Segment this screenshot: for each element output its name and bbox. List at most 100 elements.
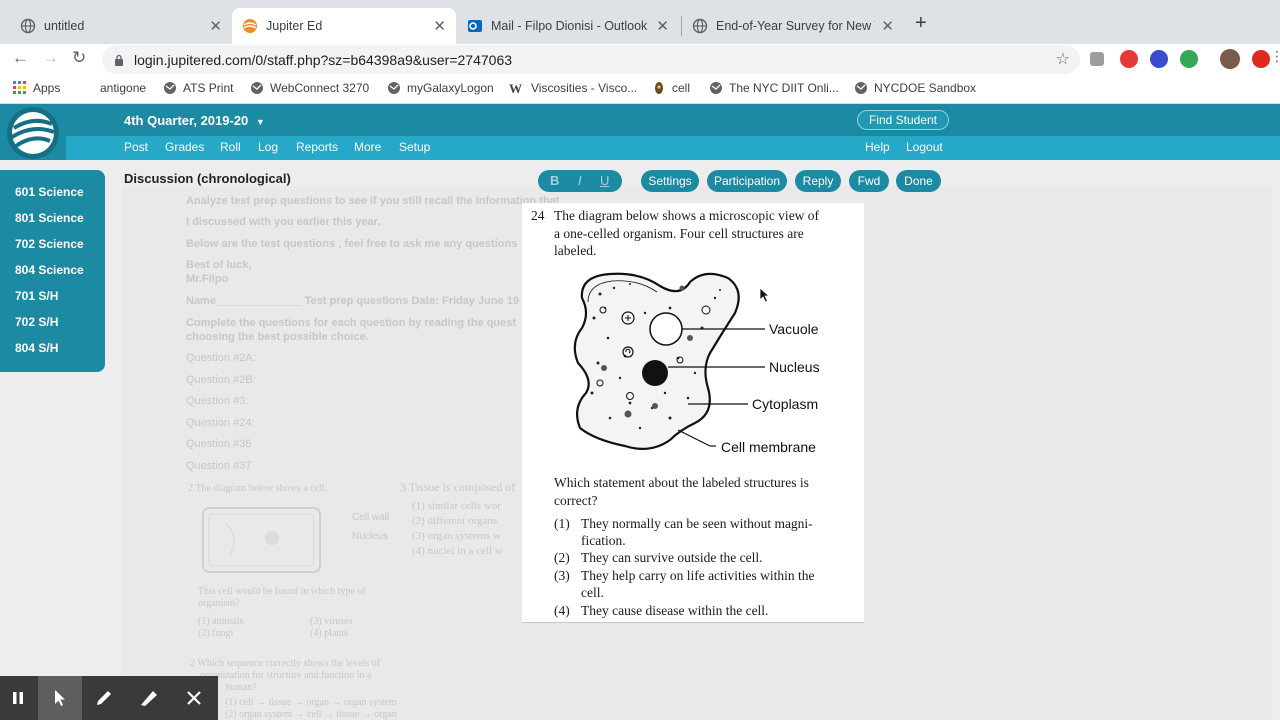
bookmark-label: antigone: [100, 81, 147, 95]
tab-outlook-mail[interactable]: Mail - Filpo Dionisi - Outlook ✕: [457, 8, 679, 44]
forward-button[interactable]: Fwd: [849, 170, 889, 192]
bookmark-nyc-diit[interactable]: The NYC DIIT Onli...: [709, 81, 839, 95]
tab-close-icon[interactable]: ✕: [656, 17, 669, 35]
choice-number: (1): [554, 516, 570, 531]
faded-choice: (3) organ systems w: [412, 530, 501, 542]
question-link[interactable]: Question #2B:: [186, 374, 256, 386]
quarter-selector[interactable]: 4th Quarter, 2019-20 ▼: [124, 113, 265, 128]
choice-text: They cause disease within the cell.: [581, 603, 769, 618]
bookmark-nycdoe-sandbox[interactable]: NYCDOE Sandbox: [854, 81, 976, 95]
profile-avatar[interactable]: [1220, 49, 1240, 69]
question-link[interactable]: Question #24:: [186, 417, 255, 429]
sidebar-item-804-sh[interactable]: 804 S/H: [15, 341, 58, 355]
pointer-tool-button[interactable]: [38, 676, 82, 720]
faded-choice: (2) fungi: [198, 628, 234, 639]
new-tab-icon[interactable]: +: [915, 12, 927, 35]
globe-icon: [710, 82, 722, 94]
choice-text: They help carry on life activities withi…: [581, 568, 815, 583]
browser-toolbar: ← → ↻ login.jupitered.com/0/staff.php?sz…: [0, 44, 1280, 76]
bookmark-mygalaxylogon[interactable]: myGalaxyLogon: [387, 81, 494, 95]
globe-icon: [251, 82, 263, 94]
address-bar[interactable]: login.jupitered.com/0/staff.php?sz=b6439…: [102, 45, 1080, 74]
choice-text: cell.: [581, 585, 604, 600]
sidebar-item-601-science[interactable]: 601 Science: [15, 185, 84, 199]
extension-icon[interactable]: [1090, 52, 1104, 66]
choice-text: They normally can be seen without magni-: [581, 516, 813, 531]
forward-arrow-icon[interactable]: →: [42, 48, 59, 68]
jupiter-logo-icon[interactable]: [0, 104, 66, 160]
back-arrow-icon[interactable]: ←: [12, 48, 29, 68]
sidebar-item-702-science[interactable]: 702 Science: [15, 237, 84, 251]
question-link[interactable]: Question #3:: [186, 395, 248, 407]
nav-help[interactable]: Help: [865, 140, 890, 154]
app-header: 4th Quarter, 2019-20 ▼ Find Student: [0, 104, 1280, 136]
globe-icon: [20, 18, 36, 34]
italic-button[interactable]: I: [578, 173, 582, 188]
tab-close-icon[interactable]: ✕: [209, 17, 222, 35]
reply-button[interactable]: Reply: [795, 170, 841, 192]
post-text: Name______________ Test prep questions D…: [186, 295, 520, 307]
tab-survey[interactable]: End-of-Year Survey for New Te ✕: [682, 8, 904, 44]
tab-close-icon[interactable]: ✕: [881, 17, 894, 35]
extension-plus-icon[interactable]: [1180, 50, 1198, 68]
question-link[interactable]: Question #2A:: [186, 352, 256, 364]
nav-grades[interactable]: Grades: [165, 140, 204, 154]
lock-icon: [115, 54, 123, 66]
bookmark-antigone[interactable]: antigone: [100, 81, 146, 95]
bold-button[interactable]: B: [550, 173, 559, 188]
extension-k-icon[interactable]: [1150, 50, 1168, 68]
question-stem: labeled.: [554, 243, 597, 258]
post-text: Complete the questions for each question…: [186, 317, 517, 329]
pause-button[interactable]: [0, 676, 36, 720]
apps-grid-icon: [13, 81, 26, 94]
tab-jupiter-ed[interactable]: Jupiter Ed ✕: [232, 8, 456, 44]
close-toolbar-button[interactable]: [176, 676, 212, 720]
sidebar-item-702-sh[interactable]: 702 S/H: [15, 315, 58, 329]
nav-reports[interactable]: Reports: [296, 140, 338, 154]
extension-icon[interactable]: [1252, 50, 1270, 68]
reload-icon[interactable]: ↻: [72, 48, 86, 68]
question-stem: a one-celled organism. Four cell structu…: [554, 226, 804, 241]
bookmark-webconnect[interactable]: WebConnect 3270: [250, 81, 369, 95]
highlighter-tool-button[interactable]: [131, 676, 167, 720]
nav-logout[interactable]: Logout: [906, 140, 943, 154]
faded-label: Nucleus: [352, 531, 389, 542]
faded-question-text: 2 Which sequence correctly shows the lev…: [190, 658, 381, 669]
pencil-icon: [97, 691, 111, 705]
bookmark-star-icon[interactable]: ☆: [1056, 49, 1070, 69]
bookmark-viscosities[interactable]: W Viscosities - Visco...: [509, 81, 637, 96]
done-button[interactable]: Done: [896, 170, 941, 192]
sidebar-item-701-sh[interactable]: 701 S/H: [15, 289, 58, 303]
menu-kebab-icon[interactable]: ⋮: [1270, 48, 1280, 65]
bookmark-apps[interactable]: Apps: [13, 81, 60, 95]
caret-down-icon: ▼: [255, 117, 265, 127]
question-link[interactable]: Question #36: [186, 438, 251, 450]
nav-post[interactable]: Post: [124, 140, 148, 154]
find-student-button[interactable]: Find Student: [857, 110, 949, 130]
tab-untitled[interactable]: untitled ✕: [10, 8, 232, 44]
extension-icon[interactable]: [1120, 50, 1138, 68]
settings-button[interactable]: Settings: [641, 170, 699, 192]
nav-setup[interactable]: Setup: [399, 140, 430, 154]
question-link[interactable]: Question #37: [186, 460, 251, 472]
choice-number: (4): [554, 603, 570, 618]
nav-log[interactable]: Log: [258, 140, 278, 154]
faded-question-text: 3 Tissue is composed of: [400, 480, 516, 494]
pause-icon: [13, 692, 23, 704]
tab-close-icon[interactable]: ✕: [433, 17, 446, 35]
choice-text: fication.: [581, 533, 626, 548]
pen-tool-button[interactable]: [86, 676, 122, 720]
choice-number: (3): [554, 568, 570, 583]
app-nav-bar: Post Grades Roll Log Reports More Setup …: [0, 136, 1280, 160]
bookmark-label: Apps: [33, 81, 61, 95]
bookmark-cell[interactable]: cell: [652, 81, 690, 95]
underline-button[interactable]: U: [600, 173, 609, 188]
nav-roll[interactable]: Roll: [220, 140, 241, 154]
bookmark-ats-print[interactable]: ATS Print: [163, 81, 233, 95]
sidebar-item-801-science[interactable]: 801 Science: [15, 211, 84, 225]
sidebar-item-804-science[interactable]: 804 Science: [15, 263, 84, 277]
participation-button[interactable]: Participation: [707, 170, 787, 192]
tab-title: Jupiter Ed: [266, 19, 323, 33]
faded-question-text: organism?: [198, 598, 240, 609]
nav-more[interactable]: More: [354, 140, 381, 154]
